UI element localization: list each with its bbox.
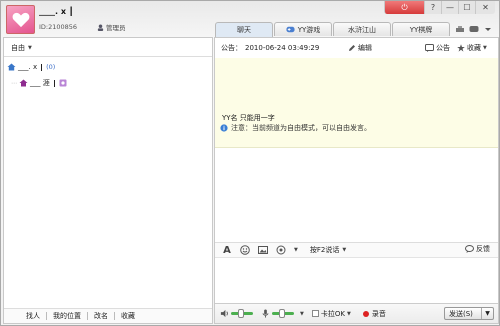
announcement-icon bbox=[425, 44, 434, 52]
mic-badge-icon bbox=[59, 79, 67, 87]
record-label: 录音 bbox=[371, 309, 386, 318]
user-role-label: 管理员 bbox=[106, 24, 126, 32]
my-position-link[interactable]: 我的位置 bbox=[47, 311, 87, 321]
edit-label: 编辑 bbox=[358, 44, 372, 52]
announcement-label: 公告 bbox=[436, 44, 450, 52]
tab-yy-game-label: YY游戏 bbox=[297, 25, 321, 34]
microphone-icon[interactable] bbox=[261, 309, 270, 318]
info-icon bbox=[220, 124, 228, 132]
channel-panel: 自由 ▼ ___. x (0) ⋯ ___ 涯 找人 我的位置 改名 收藏 bbox=[3, 37, 213, 324]
rename-link[interactable]: 改名 bbox=[88, 311, 114, 321]
game-icon[interactable] bbox=[469, 25, 479, 33]
user-nickname: ____. x ┃ bbox=[39, 7, 74, 16]
chevron-down-icon[interactable]: ▼ bbox=[481, 308, 493, 319]
feedback-icon bbox=[465, 245, 474, 253]
notice-text: YY名 只能用一字 bbox=[222, 114, 275, 122]
speak-mode-selector[interactable]: 按F2说话 ▼ bbox=[310, 245, 346, 255]
tab-chat-label: 聊天 bbox=[237, 26, 251, 34]
mode-label: 自由 bbox=[11, 44, 25, 52]
input-toolbar: A ▼ 按F2说话 ▼ bbox=[215, 242, 498, 258]
chevron-down-icon[interactable]: ▼ bbox=[300, 311, 304, 317]
speaker-icon[interactable] bbox=[220, 309, 229, 318]
speak-mode-label: 按F2说话 bbox=[309, 246, 340, 254]
find-people-link[interactable]: 找人 bbox=[20, 311, 46, 321]
divider bbox=[4, 56, 212, 57]
slider-knob[interactable] bbox=[279, 309, 285, 318]
notice-label: 公告： bbox=[221, 44, 242, 52]
dropdown-icon[interactable] bbox=[483, 25, 493, 33]
help-button[interactable]: ? bbox=[424, 1, 441, 14]
bottom-bar: ▼ 卡拉OK ▼ 录音 发送(S) ▼ bbox=[215, 303, 498, 323]
channel-root-name: ___. x bbox=[18, 63, 38, 71]
chevron-down-icon[interactable]: ▼ bbox=[294, 247, 298, 253]
edit-notice-button[interactable]: 编辑 bbox=[348, 43, 372, 53]
channel-sub-name: ___ 涯 bbox=[30, 79, 50, 87]
send-label: 发送(S) bbox=[449, 309, 473, 318]
karaoke-toggle[interactable]: 卡拉OK ▼ bbox=[311, 309, 351, 319]
star-icon bbox=[457, 44, 465, 52]
chevron-down-icon: ▼ bbox=[342, 247, 347, 253]
separator-bar bbox=[53, 79, 55, 87]
image-icon[interactable] bbox=[258, 245, 268, 255]
tool-icon[interactable] bbox=[455, 25, 465, 33]
slider-knob[interactable] bbox=[238, 309, 244, 318]
tab-yy-chess-label: YY棋牌 bbox=[409, 25, 433, 34]
record-icon bbox=[362, 310, 369, 317]
tab-yy-chess[interactable]: YY棋牌 bbox=[392, 22, 450, 36]
info-text: 注意：当前频道为自由模式，可以自由发言。 bbox=[231, 124, 371, 132]
channel-root[interactable]: ___. x (0) bbox=[7, 63, 55, 71]
channel-count: (0) bbox=[46, 63, 56, 71]
home-icon bbox=[7, 63, 16, 71]
tab-chat[interactable]: 聊天 bbox=[215, 22, 273, 37]
collect-label: 收藏 bbox=[467, 44, 481, 52]
window-controls: ⏻ ? — ☐ ✕ bbox=[384, 1, 495, 14]
chevron-down-icon: ▼ bbox=[346, 310, 351, 317]
karaoke-checkbox[interactable] bbox=[311, 310, 319, 317]
avatar[interactable] bbox=[6, 5, 35, 34]
tab-yy-game[interactable]: YY游戏 bbox=[274, 22, 332, 36]
emoji-icon[interactable] bbox=[240, 245, 250, 255]
heart-icon bbox=[12, 12, 29, 27]
tab-shuihu[interactable]: 水浒江山 bbox=[333, 22, 391, 36]
font-icon[interactable]: A bbox=[222, 245, 232, 256]
message-input[interactable] bbox=[215, 259, 498, 303]
tree-branch-icon: ⋯ bbox=[11, 79, 17, 87]
maximize-button[interactable]: ☐ bbox=[458, 1, 475, 14]
collect-button[interactable]: 收藏 ▼ bbox=[457, 43, 487, 53]
notice-time: 2010-06-24 03:49:29 bbox=[245, 44, 320, 52]
record-button[interactable]: 录音 bbox=[362, 309, 386, 319]
admin-user-icon bbox=[19, 79, 28, 87]
tab-shuihu-label: 水浒江山 bbox=[348, 25, 376, 34]
mode-selector[interactable]: 自由 ▼ bbox=[11, 43, 32, 53]
close-button[interactable]: ✕ bbox=[475, 1, 495, 14]
chevron-down-icon: ▼ bbox=[28, 45, 32, 51]
karaoke-label: 卡拉OK bbox=[320, 309, 345, 318]
notice-body: YY名 只能用一字 bbox=[215, 58, 498, 148]
pencil-icon bbox=[349, 45, 355, 51]
chevron-down-icon: ▼ bbox=[483, 45, 487, 51]
left-bottom-links: 找人 我的位置 改名 收藏 bbox=[4, 308, 212, 323]
collect-link[interactable]: 收藏 bbox=[115, 311, 141, 321]
feedback-button[interactable]: 反馈 bbox=[465, 244, 490, 254]
mic-volume-slider[interactable] bbox=[272, 309, 294, 318]
channel-sub[interactable]: ⋯ ___ 涯 bbox=[11, 78, 67, 88]
chat-panel: 公告： 2010-06-24 03:49:29 编辑 公告 收藏 ▼ YY名 只… bbox=[214, 37, 499, 324]
announcement-button[interactable]: 公告 bbox=[425, 43, 450, 53]
user-role-icon bbox=[97, 23, 104, 31]
gamepad-icon bbox=[286, 26, 295, 33]
main-window: ____. x ┃ ID:2100856 管理员 ⏻ ? — ☐ ✕ 聊天 YY… bbox=[0, 0, 500, 326]
feedback-label: 反馈 bbox=[476, 245, 490, 253]
header-tools bbox=[455, 25, 493, 33]
screenshot-icon[interactable] bbox=[276, 245, 286, 255]
minimize-button[interactable]: — bbox=[441, 1, 458, 14]
tab-bar: 聊天 YY游戏 水浒江山 YY棋牌 bbox=[215, 22, 451, 37]
user-id: ID:2100856 bbox=[39, 23, 78, 31]
separator-bar bbox=[41, 63, 43, 71]
info-message: 注意：当前频道为自由模式，可以自由发言。 bbox=[220, 123, 371, 133]
send-button[interactable]: 发送(S) ▼ bbox=[444, 307, 494, 320]
speaker-volume-slider[interactable] bbox=[231, 309, 253, 318]
power-button[interactable]: ⏻ bbox=[384, 1, 424, 14]
user-role: 管理员 bbox=[97, 22, 126, 32]
